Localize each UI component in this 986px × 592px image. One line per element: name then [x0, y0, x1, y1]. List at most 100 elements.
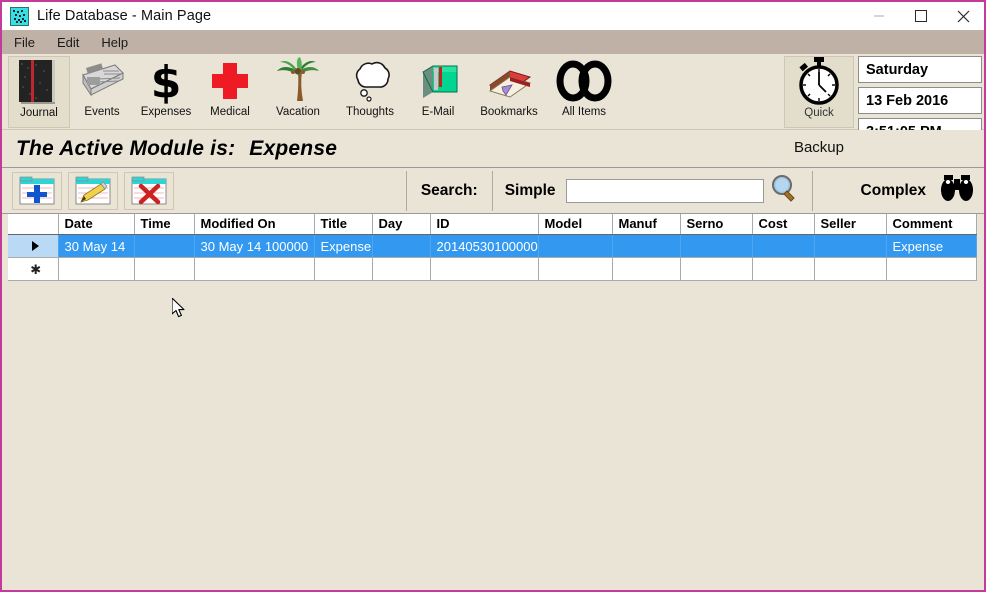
- cell-comment[interactable]: Expense: [886, 234, 977, 258]
- cell-date[interactable]: [58, 257, 135, 281]
- simple-search-label[interactable]: Simple: [505, 182, 556, 200]
- toolbar-button-vacation[interactable]: Vacation: [262, 56, 334, 128]
- dollar-icon: $: [144, 56, 188, 106]
- cell-day[interactable]: [372, 234, 431, 258]
- column-header-day[interactable]: Day: [372, 214, 431, 235]
- add-record-button[interactable]: [12, 171, 62, 210]
- table-row[interactable]: ✱: [8, 257, 977, 281]
- records-table: Date Time Modified On Title Day ID Model…: [8, 214, 977, 281]
- active-module-name: Expense: [249, 136, 338, 160]
- infinity-icon: [556, 56, 612, 106]
- maximize-button[interactable]: [900, 2, 942, 30]
- cell-time[interactable]: [134, 257, 195, 281]
- quick-label: Quick: [804, 107, 834, 119]
- column-header-rowmark[interactable]: [8, 214, 59, 235]
- note-pencil-icon: [75, 176, 111, 204]
- menu-bar: File Edit Help: [2, 30, 984, 54]
- column-header-modified-on[interactable]: Modified On: [194, 214, 315, 235]
- window-title: Life Database - Main Page: [37, 8, 212, 24]
- app-icon: [10, 6, 29, 26]
- backup-label[interactable]: Backup: [794, 139, 844, 156]
- app-window: Life Database - Main Page File Edit Help: [0, 0, 986, 592]
- toolbar-button-bookmarks[interactable]: Bookmarks: [470, 56, 548, 128]
- newspaper-icon: [77, 56, 127, 106]
- cell-manuf[interactable]: [612, 257, 681, 281]
- cell-seller[interactable]: [814, 234, 887, 258]
- binoculars-icon[interactable]: [940, 173, 974, 208]
- toolbar-label-journal: Journal: [20, 107, 58, 119]
- column-header-time[interactable]: Time: [134, 214, 195, 235]
- cell-seller[interactable]: [814, 257, 887, 281]
- quick-button[interactable]: Quick: [784, 56, 854, 128]
- window-controls: [858, 2, 984, 30]
- stopwatch-icon: [792, 57, 846, 107]
- edit-record-button[interactable]: [68, 171, 118, 210]
- cell-id[interactable]: 20140530100000: [430, 234, 539, 258]
- column-header-id[interactable]: ID: [430, 214, 539, 235]
- menu-item-file[interactable]: File: [14, 35, 35, 50]
- toolbar-label-email: E-Mail: [421, 106, 455, 118]
- toolbar-button-journal[interactable]: Journal: [8, 56, 70, 128]
- column-header-serno[interactable]: Serno: [680, 214, 753, 235]
- cell-model[interactable]: [538, 234, 613, 258]
- toolbar-button-email[interactable]: E-Mail: [406, 56, 470, 128]
- menu-item-help[interactable]: Help: [101, 35, 128, 50]
- record-action-group: [2, 168, 406, 214]
- cell-date[interactable]: 30 May 14: [58, 234, 135, 258]
- palm-tree-icon: [273, 56, 323, 106]
- cell-title[interactable]: Expense: [314, 234, 373, 258]
- cell-modified-on[interactable]: 30 May 14 100000: [194, 234, 315, 258]
- delete-record-button[interactable]: [124, 171, 174, 210]
- column-header-manuf[interactable]: Manuf: [612, 214, 681, 235]
- cell-time[interactable]: [134, 234, 195, 258]
- search-group: Search: Simple Complex: [407, 168, 984, 214]
- toolbar-label-events: Events: [84, 106, 120, 118]
- cell-manuf[interactable]: [612, 234, 681, 258]
- minimize-button[interactable]: [858, 2, 900, 30]
- cell-title[interactable]: [314, 257, 373, 281]
- cell-day[interactable]: [372, 257, 431, 281]
- column-header-model[interactable]: Model: [538, 214, 613, 235]
- mailbox-icon: [415, 56, 461, 106]
- table-row[interactable]: 30 May 14 30 May 14 100000 Expense 20140…: [8, 234, 977, 258]
- column-header-seller[interactable]: Seller: [814, 214, 887, 235]
- toolbar-button-all-items[interactable]: All Items: [548, 56, 620, 128]
- toolbar-button-medical[interactable]: Medical: [198, 56, 262, 128]
- close-button[interactable]: [942, 2, 984, 30]
- column-header-comment[interactable]: Comment: [886, 214, 977, 235]
- complex-search-label[interactable]: Complex: [861, 182, 926, 200]
- toolbar-label-all-items: All Items: [561, 106, 607, 118]
- row-marker-new[interactable]: ✱: [8, 257, 59, 281]
- cell-cost[interactable]: [752, 257, 815, 281]
- toolbar-button-expenses[interactable]: $ Expenses: [134, 56, 198, 128]
- red-cross-icon: [208, 56, 252, 106]
- book-icon: [482, 56, 536, 106]
- column-header-title[interactable]: Title: [314, 214, 373, 235]
- table-header-row: Date Time Modified On Title Day ID Model…: [8, 214, 977, 235]
- date-display: 13 Feb 2016: [858, 87, 982, 114]
- maximize-icon: [915, 10, 927, 22]
- cell-modified-on[interactable]: [194, 257, 315, 281]
- toolbar-button-thoughts[interactable]: Thoughts: [334, 56, 406, 128]
- cell-serno[interactable]: [680, 257, 753, 281]
- search-input[interactable]: [565, 178, 764, 203]
- minimize-icon: [874, 15, 884, 17]
- row-marker-current[interactable]: [8, 234, 59, 258]
- cell-model[interactable]: [538, 257, 613, 281]
- thought-bubble-icon: [344, 56, 396, 106]
- toolbar-label-expenses: Expenses: [140, 106, 192, 118]
- weekday-display: Saturday: [858, 56, 982, 83]
- cell-id[interactable]: [430, 257, 539, 281]
- cell-comment[interactable]: [886, 257, 977, 281]
- menu-item-edit[interactable]: Edit: [57, 35, 79, 50]
- records-grid-area: Date Time Modified On Title Day ID Model…: [2, 214, 984, 576]
- svg-text:$: $: [151, 57, 182, 105]
- column-header-cost[interactable]: Cost: [752, 214, 815, 235]
- magnifier-icon[interactable]: [770, 173, 798, 208]
- toolbar-button-events[interactable]: Events: [70, 56, 134, 128]
- close-icon: [957, 10, 969, 22]
- journal-icon: [15, 57, 63, 107]
- cell-serno[interactable]: [680, 234, 753, 258]
- cell-cost[interactable]: [752, 234, 815, 258]
- column-header-date[interactable]: Date: [58, 214, 135, 235]
